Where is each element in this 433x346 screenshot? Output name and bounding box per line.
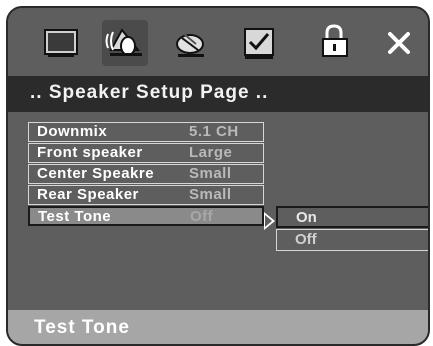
menu-item-label: Test Tone: [38, 208, 112, 225]
option-label: On: [296, 209, 317, 226]
menu-item-downmix[interactable]: Downmix 5.1 CH: [28, 122, 264, 142]
test-tone-options: On Off: [276, 206, 428, 252]
menu-item-label: Downmix: [37, 123, 108, 140]
icon-toolbar: [8, 8, 428, 76]
disc-icon[interactable]: [168, 20, 214, 66]
menu-item-value: Small: [189, 186, 232, 203]
menu-item-value: Small: [189, 165, 232, 182]
option-off[interactable]: Off: [276, 229, 428, 251]
page-title-bar: .. Speaker Setup Page ..: [8, 76, 428, 112]
close-icon[interactable]: [376, 20, 422, 66]
monitor-icon[interactable]: [38, 20, 84, 66]
page-title: .. Speaker Setup Page ..: [30, 82, 269, 103]
lock-icon[interactable]: [312, 20, 358, 66]
menu-item-value: Off: [190, 208, 214, 225]
status-text: Test Tone: [34, 317, 130, 338]
speaker-icon[interactable]: [102, 20, 148, 66]
menu-item-center-speaker[interactable]: Center Speakre Small: [28, 164, 264, 184]
menu-item-label: Front speaker: [37, 144, 143, 161]
menu-item-label: Center Speakre: [37, 165, 155, 182]
menu-item-front-speaker[interactable]: Front speaker Large: [28, 143, 264, 163]
speaker-settings-list: Downmix 5.1 CH Front speaker Large Cente…: [28, 122, 264, 227]
setup-menu-window: .. Speaker Setup Page .. Downmix 5.1 CH …: [6, 6, 430, 346]
submenu-pointer-arrow-icon: [264, 212, 275, 230]
checklist-icon[interactable]: [236, 20, 282, 66]
status-bar: Test Tone: [8, 310, 428, 344]
menu-item-value: Large: [189, 144, 233, 161]
menu-item-rear-speaker[interactable]: Rear Speaker Small: [28, 185, 264, 205]
option-label: Off: [295, 231, 317, 248]
menu-item-label: Rear Speaker: [37, 186, 139, 203]
menu-item-test-tone[interactable]: Test Tone Off: [28, 206, 264, 226]
menu-item-value: 5.1 CH: [189, 123, 239, 140]
option-on[interactable]: On: [276, 206, 428, 228]
